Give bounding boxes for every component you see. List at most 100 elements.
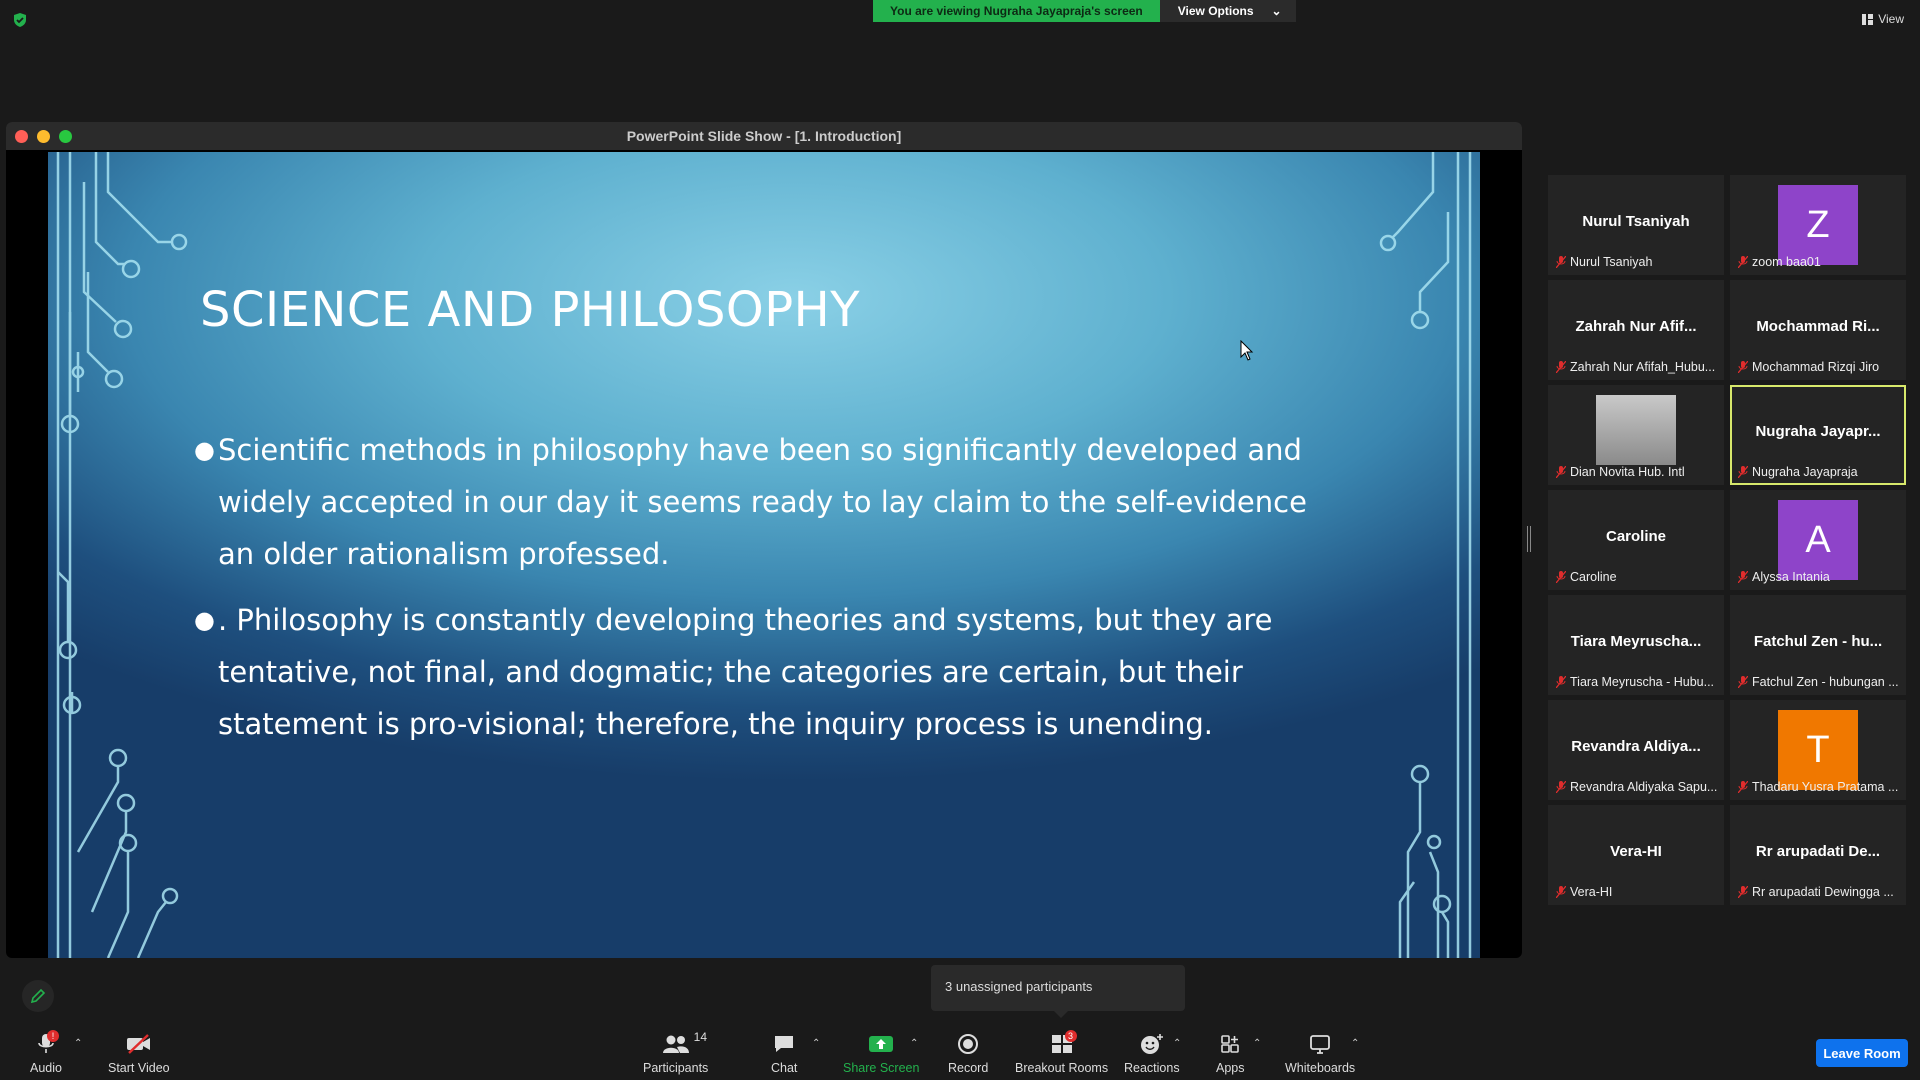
share-screen-label: Share Screen: [843, 1061, 920, 1075]
muted-microphone-icon: [1556, 886, 1566, 898]
participant-name-bar: Revandra Aldiyaka Sapu...: [1556, 780, 1718, 794]
shared-screen-window: PowerPoint Slide Show - [1. Introduction…: [6, 122, 1522, 958]
whiteboard-icon: [1310, 1035, 1330, 1054]
participant-tile[interactable]: Rr arupadati De... Rr arupadati Dewingga…: [1730, 805, 1906, 905]
breakout-rooms-button[interactable]: 3 Breakout Rooms: [1015, 1030, 1109, 1075]
breakout-rooms-label: Breakout Rooms: [1015, 1061, 1109, 1075]
participant-name-bar: Tiara Meyruscha - Hubu...: [1556, 675, 1718, 689]
muted-microphone-icon: [1556, 781, 1566, 793]
audio-options-caret-icon[interactable]: ⌃: [74, 1038, 82, 1049]
muted-microphone-icon: [1738, 361, 1748, 373]
reactions-options-caret-icon[interactable]: ⌃: [1173, 1038, 1181, 1049]
leave-room-button[interactable]: Leave Room: [1816, 1039, 1908, 1067]
participant-name-bar: Mochammad Rizqi Jiro: [1738, 360, 1900, 374]
participant-name-bar: Rr arupadati Dewingga ...: [1738, 885, 1900, 899]
participant-display-name: Revandra Aldiya...: [1571, 738, 1701, 755]
participant-name-label: Fatchul Zen - hubungan ...: [1752, 675, 1899, 689]
muted-microphone-icon: [1738, 571, 1748, 583]
participant-name-label: Vera-HI: [1570, 885, 1613, 899]
window-titlebar: PowerPoint Slide Show - [1. Introduction…: [6, 122, 1522, 150]
participant-tile[interactable]: Nurul Tsaniyah Nurul Tsaniyah: [1548, 175, 1724, 275]
muted-microphone-icon: [1738, 466, 1748, 478]
unassigned-participants-tooltip: 3 unassigned participants: [931, 965, 1185, 1018]
whiteboards-options-caret-icon[interactable]: ⌃: [1351, 1038, 1359, 1049]
pencil-icon: [30, 988, 46, 1004]
participant-display-name: Nugraha Jayapr...: [1755, 423, 1881, 440]
close-window-button[interactable]: [15, 129, 28, 143]
participant-display-name: Caroline: [1605, 528, 1666, 545]
muted-microphone-icon: [1556, 571, 1566, 583]
participant-tile[interactable]: T Thadaru Yusra Pratama ...: [1730, 700, 1906, 800]
annotate-button[interactable]: [22, 980, 54, 1012]
muted-microphone-icon: [1556, 676, 1566, 688]
participant-name-label: Dian Novita Hub. Intl: [1570, 465, 1685, 479]
apps-button[interactable]: Apps: [1216, 1032, 1245, 1075]
breakout-badge: 3: [1064, 1030, 1077, 1042]
participant-name-bar: Vera-HI: [1556, 885, 1718, 899]
participant-name-bar: zoom baa01: [1738, 255, 1900, 269]
participant-avatar: Z: [1778, 185, 1858, 265]
muted-microphone-icon: [1556, 466, 1566, 478]
share-screen-icon: [869, 1036, 894, 1052]
participant-tile[interactable]: A Alyssa Intania: [1730, 490, 1906, 590]
participant-tile[interactable]: Nugraha Jayapr... Nugraha Jayapraja: [1730, 385, 1906, 485]
view-button[interactable]: View: [1862, 12, 1904, 26]
audio-label: Audio: [30, 1061, 62, 1075]
participant-name-bar: Thadaru Yusra Pratama ...: [1738, 780, 1900, 794]
minimize-window-button[interactable]: [37, 129, 50, 143]
slide-title: SCIENCE AND PHILOSOPHY: [200, 282, 861, 338]
muted-microphone-icon: [1556, 361, 1566, 373]
participant-name-label: Mochammad Rizqi Jiro: [1752, 360, 1880, 374]
panel-resize-handle[interactable]: [1527, 526, 1531, 552]
maximize-window-button[interactable]: [59, 129, 72, 143]
security-shield-icon[interactable]: [12, 12, 28, 28]
start-video-button[interactable]: Start Video: [108, 1032, 170, 1075]
view-label: View: [1878, 12, 1904, 26]
participant-name-bar: Fatchul Zen - hubungan ...: [1738, 675, 1900, 689]
slide-bullet: ● . Philosophy is constantly developing …: [194, 594, 1318, 750]
reactions-button[interactable]: Reactions: [1124, 1032, 1180, 1075]
apps-options-caret-icon[interactable]: ⌃: [1253, 1038, 1261, 1049]
participant-tile[interactable]: Z zoom baa01: [1730, 175, 1906, 275]
participant-tile[interactable]: Zahrah Nur Afif... Zahrah Nur Afifah_Hub…: [1548, 280, 1724, 380]
chat-options-caret-icon[interactable]: ⌃: [812, 1038, 820, 1049]
presentation-slide: SCIENCE AND PHILOSOPHY ● Scientific meth…: [48, 152, 1480, 958]
share-screen-button[interactable]: Share Screen: [843, 1032, 919, 1075]
participant-name-bar: Nurul Tsaniyah: [1556, 255, 1718, 269]
bullet-text: Scientific methods in philosophy have be…: [218, 433, 1307, 571]
participant-tile[interactable]: Caroline Caroline: [1548, 490, 1724, 590]
muted-microphone-icon: [1556, 256, 1566, 268]
participants-button[interactable]: 14 Participants: [643, 1030, 709, 1075]
participant-tile[interactable]: Mochammad Ri... Mochammad Rizqi Jiro: [1730, 280, 1906, 380]
participant-tile[interactable]: Vera-HI Vera-HI: [1548, 805, 1724, 905]
muted-microphone-icon: [1738, 676, 1748, 688]
participant-tile[interactable]: Tiara Meyruscha... Tiara Meyruscha - Hub…: [1548, 595, 1724, 695]
view-options-button[interactable]: View Options ⌄: [1159, 0, 1296, 22]
bullet-dot: ●: [194, 436, 215, 464]
participant-name-bar: Nugraha Jayapraja: [1738, 465, 1900, 479]
participant-name-label: Revandra Aldiyaka Sapu...: [1570, 780, 1718, 794]
record-button[interactable]: Record: [948, 1032, 988, 1075]
participant-name-bar: Zahrah Nur Afifah_Hubu...: [1556, 360, 1718, 374]
participant-name-bar: Alyssa Intania: [1738, 570, 1900, 584]
participant-gallery: Nurul Tsaniyah Nurul Tsaniyah Z zoom baa…: [1548, 175, 1910, 905]
viewing-screen-label: You are viewing Nugraha Jayapraja's scre…: [873, 0, 1160, 22]
participant-photo: [1596, 395, 1676, 465]
participant-name-label: Tiara Meyruscha - Hubu...: [1570, 675, 1715, 689]
apps-icon: [1221, 1035, 1240, 1053]
bullet-dot: ●: [194, 606, 215, 634]
whiteboards-button[interactable]: Whiteboards: [1285, 1032, 1355, 1075]
muted-microphone-icon: [1738, 256, 1748, 268]
participant-name-label: Thadaru Yusra Pratama ...: [1752, 780, 1899, 794]
participant-name-label: Caroline: [1570, 570, 1617, 584]
participants-label: Participants: [643, 1061, 709, 1075]
participant-tile[interactable]: Fatchul Zen - hu... Fatchul Zen - hubung…: [1730, 595, 1906, 695]
window-title: PowerPoint Slide Show - [1. Introduction…: [626, 128, 902, 144]
participant-tile[interactable]: Dian Novita Hub. Intl: [1548, 385, 1724, 485]
audio-button[interactable]: ! Audio: [30, 1030, 62, 1075]
share-options-caret-icon[interactable]: ⌃: [910, 1038, 918, 1049]
participant-tile[interactable]: Revandra Aldiya... Revandra Aldiyaka Sap…: [1548, 700, 1724, 800]
participant-display-name: Rr arupadati De...: [1755, 843, 1881, 860]
chat-button[interactable]: Chat: [771, 1032, 797, 1075]
participants-count: 14: [693, 1030, 708, 1044]
